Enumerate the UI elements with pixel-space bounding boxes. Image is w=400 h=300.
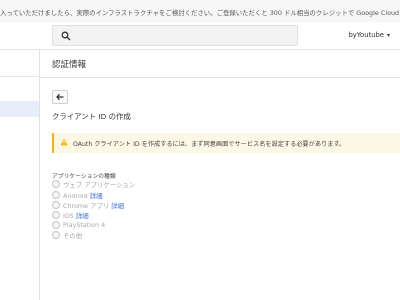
project-selector[interactable]: byYoutube ▾ <box>348 31 390 39</box>
radio-button[interactable] <box>52 180 60 188</box>
sidebar-divider <box>0 76 39 77</box>
project-name: byYoutube <box>348 31 384 39</box>
search-input[interactable] <box>77 28 291 45</box>
option-label: その他 <box>63 232 83 240</box>
radio-button[interactable] <box>52 201 60 209</box>
search-box[interactable] <box>52 25 298 46</box>
learn-more-link[interactable]: 詳細 <box>90 192 103 200</box>
warning-text: OAuth クライアント ID を作成するには、まず同意画面でサービス名を設定す… <box>73 141 346 148</box>
page-header: 認証情報 <box>40 50 400 78</box>
option-label: Chrome アプリ <box>63 202 110 210</box>
learn-more-link[interactable]: 詳細 <box>111 202 124 210</box>
sidebar-item-credentials[interactable] <box>0 101 39 117</box>
top-bar: byYoutube ▾ <box>0 22 400 50</box>
option-label: iOS <box>63 212 74 220</box>
warning-icon <box>60 138 68 146</box>
learn-more-link[interactable]: 詳細 <box>76 212 89 220</box>
promo-banner-text: 入っていただけましたら、実際のインフラストラクチャをご検討ください。ご登録いただ… <box>0 9 400 17</box>
sidebar <box>0 50 40 300</box>
option-label: Android <box>63 192 88 200</box>
section-title: クライアント ID の作成 <box>52 112 131 121</box>
radio-button[interactable] <box>52 221 60 229</box>
promo-banner: 入っていただけましたら、実際のインフラストラクチャをご検討ください。ご登録いただ… <box>0 0 400 22</box>
application-type-label: アプリケーションの種類 <box>52 174 116 180</box>
radio-button[interactable] <box>52 211 60 219</box>
radio-button[interactable] <box>52 231 60 239</box>
option-label: PlayStation 4 <box>63 221 106 229</box>
chevron-down-icon: ▾ <box>386 32 390 39</box>
radio-button[interactable] <box>52 191 60 199</box>
page-title: 認証情報 <box>52 60 87 70</box>
arrow-back-icon <box>56 93 64 101</box>
main-content: クライアント ID の作成 OAuth クライアント ID を作成するには、まず… <box>40 78 400 300</box>
warning-banner: OAuth クライアント ID を作成するには、まず同意画面でサービス名を設定す… <box>52 133 400 153</box>
option-label: ウェブ アプリケーション <box>63 181 136 189</box>
search-icon <box>61 31 71 41</box>
back-button[interactable] <box>52 90 68 104</box>
